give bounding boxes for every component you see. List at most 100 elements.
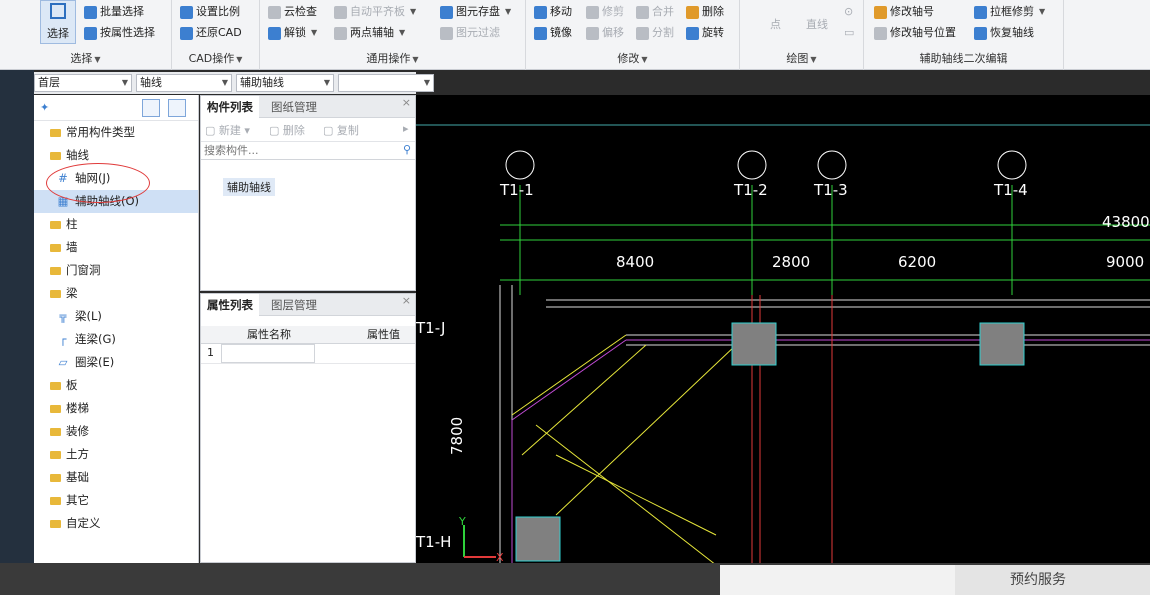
- component-toolbar: ▢ 新建 ▾ ▢ 删除 ▢ 复制 ▸: [201, 118, 415, 142]
- restore-axis-button[interactable]: 恢复轴线: [974, 24, 1034, 42]
- merge-button[interactable]: 合并: [636, 3, 674, 21]
- component-icon: ▱: [58, 355, 68, 369]
- new-component-button[interactable]: ▢ 新建 ▾: [205, 122, 250, 138]
- more-icon[interactable]: ▸: [403, 122, 409, 135]
- split-button[interactable]: 分割: [636, 24, 674, 42]
- close-icon[interactable]: ×: [402, 96, 411, 109]
- component-icon: ╦: [59, 309, 67, 323]
- tree-folder[interactable]: 常用构件类型: [34, 121, 198, 144]
- attr-select-button[interactable]: 按属性选择: [84, 24, 155, 42]
- tree-subitem[interactable]: ╦ 梁(L): [34, 305, 198, 328]
- offset-button[interactable]: 偏移: [586, 24, 624, 42]
- group-title-general[interactable]: 通用操作 ▼: [260, 50, 525, 66]
- tree-subitem[interactable]: # 轴网(J): [34, 167, 198, 190]
- tree-folder[interactable]: 基础: [34, 466, 198, 489]
- tree-folder[interactable]: 板: [34, 374, 198, 397]
- search-icon[interactable]: ⚲: [403, 143, 411, 156]
- tab-layer-manager[interactable]: 图层管理: [265, 294, 323, 316]
- element-filter-button[interactable]: 图元过滤: [440, 24, 500, 42]
- delete-component-button[interactable]: ▢ 删除: [269, 122, 305, 138]
- rect-draw-button[interactable]: ▭: [844, 24, 854, 42]
- tree-folder[interactable]: 楼梯: [34, 397, 198, 420]
- tab-component-list[interactable]: 构件列表: [201, 96, 259, 118]
- tree-item-label: 轴线: [66, 148, 89, 162]
- property-name-cell[interactable]: [221, 344, 315, 363]
- ribbon-group-modify: 移动 修剪 合并 删除 镜像 偏移 分割 旋转 修改 ▼: [526, 0, 740, 70]
- tree-subitem[interactable]: ┌ 连梁(G): [34, 328, 198, 351]
- move-button[interactable]: 移动: [534, 3, 572, 21]
- copy-component-button[interactable]: ▢ 复制: [323, 122, 359, 138]
- auto-align-button[interactable]: 自动平齐板 ▼: [334, 3, 416, 21]
- type-select[interactable]: 辅助轴线 ▼: [236, 74, 334, 92]
- cad-canvas[interactable]: T1-1 T1-2 T1-3 T1-4 T1-J T1-H 8400 2800 …: [416, 95, 1150, 565]
- tree-item-label: 连梁(G): [75, 332, 116, 346]
- component-list-item[interactable]: 辅助轴线: [223, 178, 275, 196]
- tab-drawing-manager[interactable]: 图纸管理: [265, 96, 323, 118]
- modify-axis-number-button[interactable]: 修改轴号: [874, 3, 934, 21]
- batch-select-icon: [84, 5, 97, 19]
- category-select[interactable]: 轴线 ▼: [136, 74, 232, 92]
- line-button[interactable]: 直线: [806, 16, 828, 34]
- group-title-select[interactable]: 选择 ▼: [0, 50, 171, 66]
- point-button[interactable]: 点: [770, 16, 781, 34]
- group-title-draw[interactable]: 绘图 ▼: [740, 50, 863, 66]
- save-element-button[interactable]: 图元存盘 ▼: [440, 3, 511, 21]
- pin-icon[interactable]: ✦: [40, 101, 49, 114]
- tree-folder[interactable]: 柱: [34, 213, 198, 236]
- tree-folder[interactable]: 门窗洞: [34, 259, 198, 282]
- set-scale-button[interactable]: 设置比例: [180, 3, 240, 21]
- box-trim-button[interactable]: 拉框修剪 ▼: [974, 3, 1045, 21]
- extra-select[interactable]: ▼: [338, 74, 434, 92]
- select-button[interactable]: 选择: [40, 0, 76, 44]
- tree-item-label: 门窗洞: [66, 263, 101, 277]
- folder-icon: [50, 473, 61, 482]
- ribbon-group-select: 选择 批量选择 按属性选择 选择 ▼: [0, 0, 172, 70]
- folder-icon: [50, 243, 61, 252]
- restore-icon: [180, 26, 193, 40]
- list-view-button[interactable]: [142, 99, 160, 117]
- trim-button[interactable]: 修剪: [586, 3, 624, 21]
- rotate-button[interactable]: 旋转: [686, 24, 724, 42]
- dimension-label: 6200: [898, 253, 936, 271]
- tree-folder[interactable]: 梁: [34, 282, 198, 305]
- service-button[interactable]: 预约服务: [955, 565, 1150, 595]
- grid-view-button[interactable]: [168, 99, 186, 117]
- cloud-check-button[interactable]: 云检查: [268, 3, 317, 21]
- table-row[interactable]: 1: [201, 344, 415, 364]
- floor-select[interactable]: 首层 ▼: [34, 74, 132, 92]
- ribbon-group-draw: 点 直线 ⊙ ▭ 绘图 ▼: [740, 0, 864, 70]
- property-table: 属性名称 属性值 1: [201, 326, 415, 364]
- property-table-header: 属性名称 属性值: [201, 326, 415, 344]
- modify-axis-position-button[interactable]: 修改轴号位置: [874, 24, 956, 42]
- tree-item-label: 柱: [66, 217, 78, 231]
- tree-folder[interactable]: 其它: [34, 489, 198, 512]
- row-axis-label: T1-H: [416, 533, 451, 551]
- move-icon: [534, 5, 547, 19]
- tree-subitem[interactable]: ▱ 圈梁(E): [34, 351, 198, 374]
- scale-icon: [180, 5, 193, 19]
- tree-item-label: 板: [66, 378, 78, 392]
- tree-folder[interactable]: 墙: [34, 236, 198, 259]
- delete-button[interactable]: 删除: [686, 3, 724, 21]
- restore-cad-button[interactable]: 还原CAD: [180, 24, 242, 42]
- tab-property-list[interactable]: 属性列表: [201, 294, 259, 316]
- svg-text:Y: Y: [458, 515, 466, 528]
- tree-subitem[interactable]: ▦ 辅助轴线(O): [34, 190, 198, 213]
- tree-folder[interactable]: 轴线: [34, 144, 198, 167]
- unlock-button[interactable]: 解锁 ▼: [268, 24, 317, 42]
- tree-folder[interactable]: 装修: [34, 420, 198, 443]
- group-title-aux-axis: 辅助轴线二次编辑: [919, 52, 1008, 65]
- tree-folder[interactable]: 自定义: [34, 512, 198, 535]
- component-search-input[interactable]: [201, 142, 415, 159]
- folder-icon: [50, 220, 61, 229]
- circle-draw-button[interactable]: ⊙: [844, 3, 853, 21]
- two-point-aux-button[interactable]: 两点辅轴 ▼: [334, 24, 405, 42]
- batch-select-button[interactable]: 批量选择: [84, 3, 144, 21]
- tree-item-label: 基础: [66, 470, 89, 484]
- folder-icon: [50, 519, 61, 528]
- close-icon[interactable]: ×: [402, 294, 411, 307]
- group-title-modify[interactable]: 修改 ▼: [526, 50, 739, 66]
- group-title-cad[interactable]: CAD操作 ▼: [172, 50, 259, 66]
- tree-folder[interactable]: 土方: [34, 443, 198, 466]
- mirror-button[interactable]: 镜像: [534, 24, 572, 42]
